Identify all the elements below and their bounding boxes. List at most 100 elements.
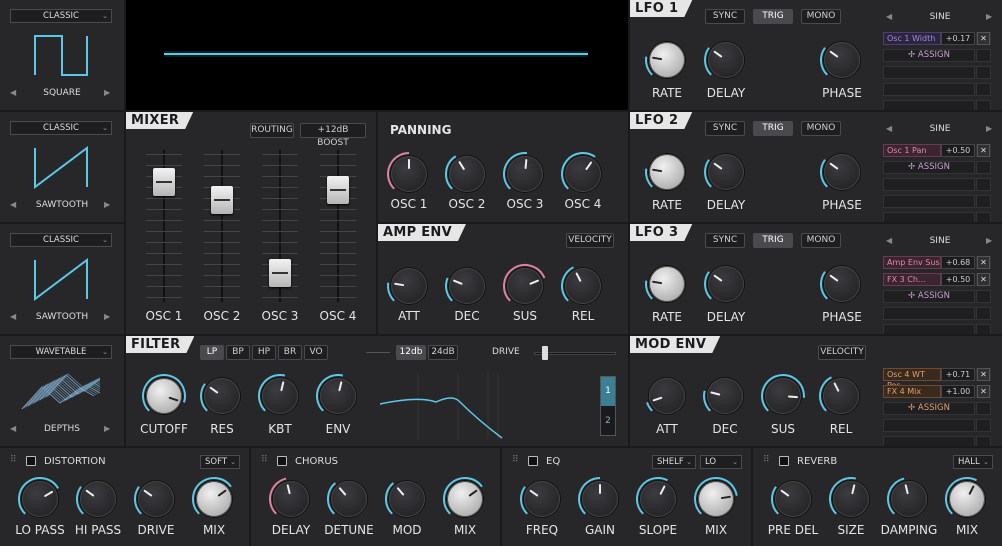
- mod-slot[interactable]: [883, 436, 975, 446]
- lfo-knob-rate[interactable]: [645, 154, 685, 190]
- effect-knob-pre-del[interactable]: [771, 481, 811, 517]
- prev-arrow-icon[interactable]: ◀: [10, 88, 16, 97]
- filter-slope-1[interactable]: 24dB: [428, 345, 458, 360]
- mod-target[interactable]: FX 3 Ch...: [883, 273, 941, 286]
- mod-amount[interactable]: +0.50: [941, 144, 975, 157]
- prev-arrow-icon[interactable]: ◀: [886, 12, 892, 21]
- effect-knob-hi-pass[interactable]: [76, 481, 116, 517]
- effect-enable-checkbox[interactable]: [528, 456, 538, 466]
- close-icon[interactable]: ✕: [977, 144, 990, 157]
- mod-amount[interactable]: +0.50: [941, 273, 975, 286]
- lfo-sync-button[interactable]: SYNC: [705, 121, 745, 136]
- filter-knob-cutoff[interactable]: [142, 374, 186, 414]
- close-icon[interactable]: ✕: [977, 273, 990, 286]
- fader-handle-osc-1[interactable]: [153, 167, 175, 196]
- assign-button[interactable]: ✢ ASSIGN: [883, 291, 975, 301]
- fader-handle-osc-4[interactable]: [327, 175, 349, 204]
- mod-slot[interactable]: [883, 100, 975, 110]
- filter-type-bp[interactable]: BP: [226, 345, 250, 360]
- lfo-trig-button[interactable]: TRIG: [753, 233, 793, 248]
- filter-knob-kbt[interactable]: [258, 374, 298, 414]
- next-arrow-icon[interactable]: ▶: [104, 88, 110, 97]
- filter-type-hp[interactable]: HP: [252, 345, 276, 360]
- filter-type-vo[interactable]: VO: [304, 345, 328, 360]
- amp-env-knob-att[interactable]: [387, 268, 427, 304]
- routing-button[interactable]: ROUTING: [250, 123, 294, 138]
- mod-env-knob-rel[interactable]: [819, 376, 859, 414]
- mod-env-knob-dec[interactable]: [703, 378, 743, 414]
- mod-slot[interactable]: [883, 66, 975, 79]
- mod-target[interactable]: Amp Env Sus: [883, 256, 941, 269]
- lfo-trig-button[interactable]: TRIG: [753, 9, 793, 24]
- effect-knob-detune[interactable]: [327, 481, 367, 517]
- mod-slot[interactable]: [883, 324, 975, 334]
- filter-type-lp[interactable]: LP: [200, 345, 224, 360]
- close-icon[interactable]: ✕: [977, 32, 990, 45]
- pan-knob-osc-4[interactable]: [561, 152, 601, 192]
- effect-select[interactable]: LO ⌄: [700, 455, 742, 469]
- effect-enable-checkbox[interactable]: [26, 456, 36, 466]
- next-arrow-icon[interactable]: ▶: [986, 124, 992, 133]
- assign-button[interactable]: ✢ ASSIGN: [883, 50, 975, 60]
- amp-env-knob-dec[interactable]: [445, 268, 485, 304]
- prev-arrow-icon[interactable]: ◀: [886, 236, 892, 245]
- effect-knob-mix[interactable]: [192, 477, 232, 517]
- lfo-sync-button[interactable]: SYNC: [705, 9, 745, 24]
- effect-knob-drive[interactable]: [134, 481, 174, 517]
- drag-handle-icon[interactable]: ⠿: [10, 455, 17, 465]
- velocity-button[interactable]: VELOCITY: [818, 345, 866, 360]
- close-icon[interactable]: ✕: [977, 256, 990, 269]
- effect-knob-mix[interactable]: [694, 477, 738, 517]
- assign-button[interactable]: ✢ ASSIGN: [883, 162, 975, 172]
- mod-slot[interactable]: [883, 195, 975, 208]
- filter-type-br[interactable]: BR: [278, 345, 302, 360]
- mod-slot[interactable]: [883, 419, 975, 432]
- filter-knob-env[interactable]: [316, 374, 356, 414]
- effect-select[interactable]: SOFT ⌄: [200, 455, 240, 469]
- mod-target[interactable]: FX 4 Mix: [883, 385, 941, 398]
- lfo-knob-phase[interactable]: [820, 266, 860, 302]
- filter-route-selector[interactable]: 12: [600, 376, 616, 436]
- drag-handle-icon[interactable]: ⠿: [763, 455, 770, 465]
- effect-knob-slope[interactable]: [636, 477, 676, 517]
- lfo-knob-rate[interactable]: [645, 266, 685, 302]
- effect-knob-damping[interactable]: [887, 477, 927, 517]
- mod-amount[interactable]: +0.68: [941, 256, 975, 269]
- effect-knob-mod[interactable]: [385, 481, 425, 517]
- pan-knob-osc-2[interactable]: [445, 155, 485, 192]
- prev-arrow-icon[interactable]: ◀: [10, 424, 16, 433]
- lfo-knob-delay[interactable]: [704, 266, 744, 302]
- effect-enable-checkbox[interactable]: [779, 456, 789, 466]
- mod-amount[interactable]: +0.71: [941, 368, 975, 381]
- filter-slope-0[interactable]: 12db: [396, 345, 426, 360]
- drag-handle-icon[interactable]: ⠿: [512, 455, 519, 465]
- effect-select[interactable]: HALL ⌄: [953, 455, 993, 469]
- prev-arrow-icon[interactable]: ◀: [886, 124, 892, 133]
- pan-knob-osc-1[interactable]: [387, 152, 427, 192]
- mod-slot[interactable]: [883, 83, 975, 96]
- prev-arrow-icon[interactable]: ◀: [10, 312, 16, 321]
- lfo-knob-rate[interactable]: [645, 42, 685, 78]
- prev-arrow-icon[interactable]: ◀: [10, 200, 16, 209]
- effect-knob-mix[interactable]: [443, 477, 483, 517]
- close-icon[interactable]: ✕: [977, 385, 990, 398]
- amp-env-knob-rel[interactable]: [561, 266, 601, 304]
- effect-knob-mix[interactable]: [945, 477, 985, 517]
- lfo-trig-button[interactable]: TRIG: [753, 121, 793, 136]
- drag-handle-icon[interactable]: ⠿: [261, 455, 268, 465]
- next-arrow-icon[interactable]: ▶: [104, 424, 110, 433]
- mod-slot[interactable]: [883, 307, 975, 320]
- mod-slot[interactable]: [883, 178, 975, 191]
- lfo-mono-button[interactable]: MONO: [801, 121, 841, 136]
- effect-select[interactable]: SHELF ⌄: [652, 455, 696, 469]
- osc-mode-select[interactable]: CLASSIC ⌄: [10, 233, 112, 247]
- pan-knob-osc-3[interactable]: [503, 152, 543, 192]
- filter-route-2[interactable]: 2: [601, 407, 615, 436]
- lfo-knob-phase[interactable]: [820, 154, 860, 190]
- mod-amount[interactable]: +1.00: [941, 385, 975, 398]
- next-arrow-icon[interactable]: ▶: [986, 236, 992, 245]
- filter-route-1[interactable]: 1: [601, 377, 615, 406]
- next-arrow-icon[interactable]: ▶: [986, 12, 992, 21]
- close-icon[interactable]: ✕: [977, 368, 990, 381]
- mod-target[interactable]: Osc 4 WT Pos: [883, 368, 941, 390]
